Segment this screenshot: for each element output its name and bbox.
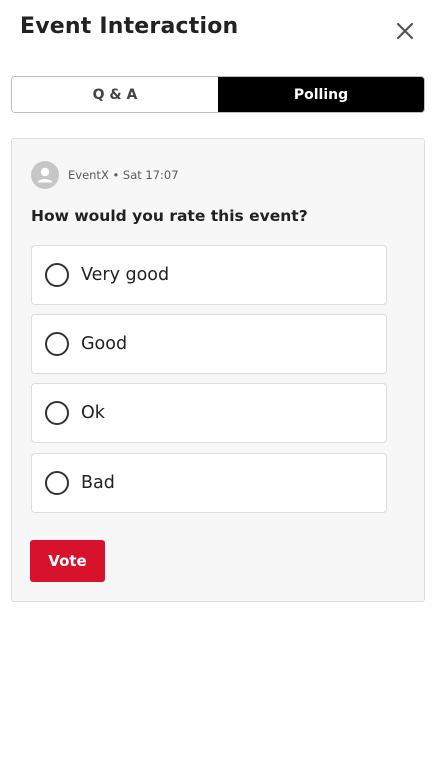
radio-button[interactable] <box>45 401 69 425</box>
avatar <box>31 161 59 189</box>
poll-option-label: Ok <box>81 403 105 423</box>
tab-qa[interactable]: Q & A <box>12 77 218 112</box>
poll-author-time: EventX • Sat 17:07 <box>68 168 179 182</box>
poll-option-label: Bad <box>81 473 115 493</box>
poll-question: How would you rate this event? <box>31 207 308 225</box>
radio-button[interactable] <box>45 332 69 356</box>
user-icon <box>37 167 53 183</box>
tab-bar: Q & A Polling <box>11 76 425 113</box>
poll-meta: EventX • Sat 17:07 <box>31 161 179 189</box>
poll-option-very-good[interactable]: Very good <box>31 245 387 305</box>
close-icon <box>396 22 414 40</box>
poll-option-ok[interactable]: Ok <box>31 383 387 443</box>
poll-option-label: Very good <box>81 265 170 285</box>
radio-button[interactable] <box>45 263 69 287</box>
close-button[interactable] <box>392 18 418 44</box>
tab-polling[interactable]: Polling <box>218 77 424 112</box>
vote-button[interactable]: Vote <box>30 540 105 582</box>
radio-button[interactable] <box>45 471 69 495</box>
poll-card: EventX • Sat 17:07 How would you rate th… <box>11 138 425 602</box>
header: Event Interaction <box>0 0 437 62</box>
page-title: Event Interaction <box>20 14 239 39</box>
poll-option-label: Good <box>81 334 128 354</box>
poll-option-bad[interactable]: Bad <box>31 453 387 513</box>
poll-option-good[interactable]: Good <box>31 314 387 374</box>
